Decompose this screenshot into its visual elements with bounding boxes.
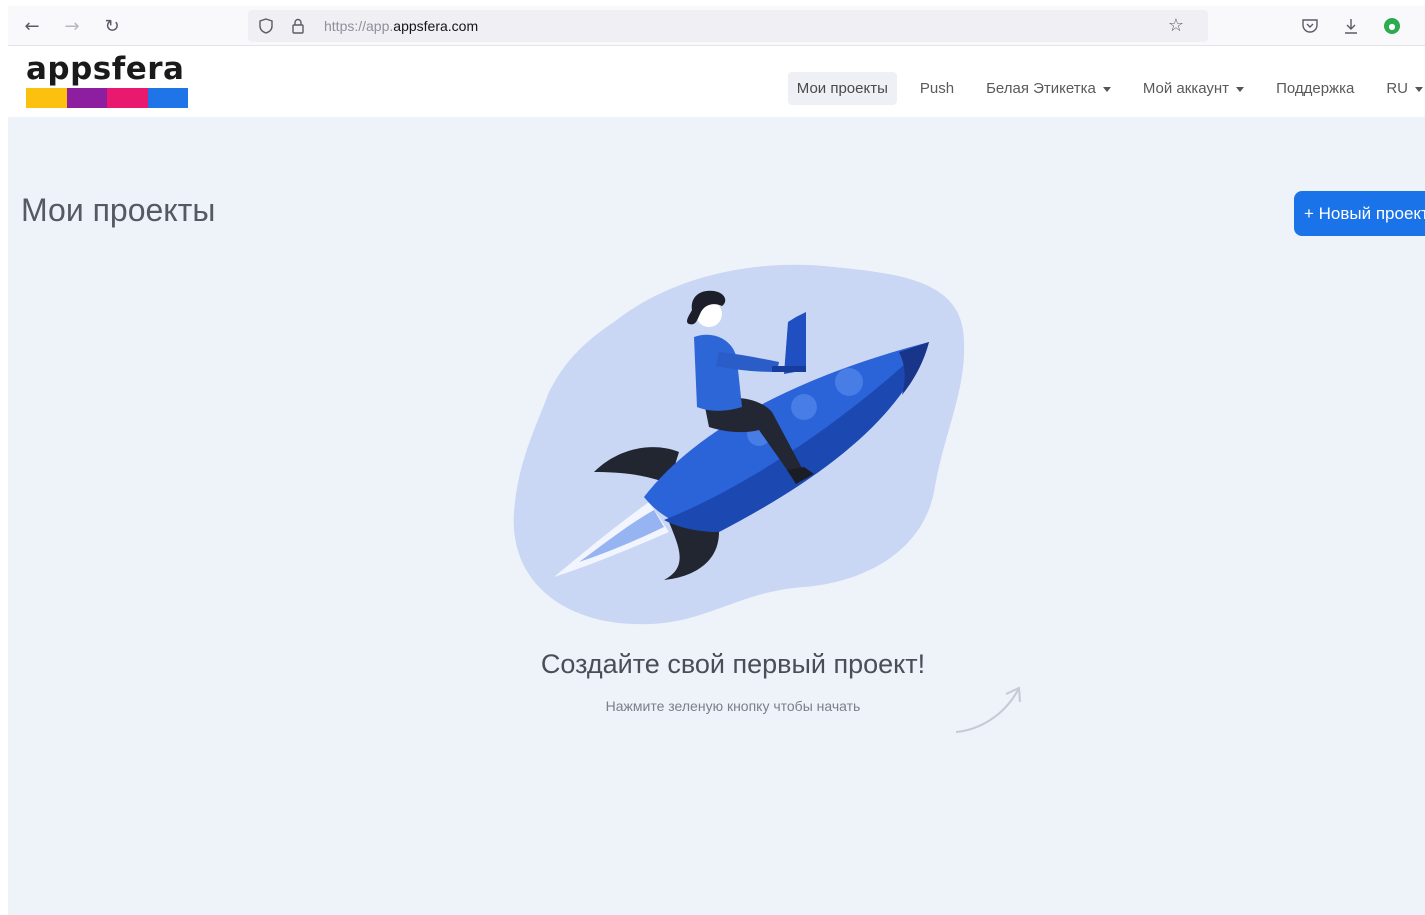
shield-icon[interactable] [256, 16, 276, 36]
empty-state-hint: Нажмите зеленую кнопку чтобы начать [605, 698, 861, 714]
nav-my-account[interactable]: Мой аккаунт [1134, 72, 1253, 105]
main-nav: Мои проекты Push Белая Этикетка Мой акка… [774, 72, 1425, 105]
nav-language[interactable]: RU [1377, 72, 1425, 105]
logo-stripe-purple [66, 88, 107, 108]
logo-stripe-yellow [26, 88, 67, 108]
rocket-window [835, 368, 863, 396]
main-content: Мои проекты + Новый проект Создайте свой… [8, 117, 1425, 915]
caret-down-icon [1236, 86, 1245, 92]
nav-language-text: RU [1386, 80, 1408, 97]
rocket-window [791, 394, 817, 420]
extension-icon: ● [1384, 18, 1400, 34]
logo-stripe-blue [147, 88, 188, 108]
arrow-right-icon: → [64, 15, 80, 37]
empty-state-title: Создайте свой первый проект! [540, 649, 926, 679]
nav-my-projects[interactable]: Мои проекты [787, 72, 897, 105]
page-title: Мои проекты [21, 192, 216, 228]
hint-arrow-icon [955, 686, 1021, 733]
downloads-button[interactable] [1339, 14, 1363, 38]
pocket-icon [1302, 19, 1318, 33]
address-bar[interactable]: https://app.appsfera.com ☆ [248, 10, 1208, 42]
nav-white-label[interactable]: Белая Этикетка [977, 72, 1120, 105]
site-header: appsfera Мои проекты Push Белая Этикетка… [8, 47, 1425, 117]
caret-down-icon [1415, 86, 1423, 92]
logo-stripe-pink [107, 88, 148, 108]
caret-down-icon [1102, 86, 1111, 92]
browser-toolbar: ← → ↻ https://app.appsfera.com ☆ ● [8, 6, 1425, 46]
nav-white-label-text: Белая Этикетка [986, 80, 1096, 97]
back-button[interactable]: ← [20, 14, 44, 38]
nav-support[interactable]: Поддержка [1267, 72, 1363, 105]
nav-my-account-text: Мой аккаунт [1142, 80, 1230, 97]
pocket-button[interactable] [1298, 14, 1322, 38]
laptop-base [772, 366, 806, 372]
bookmark-star-icon[interactable]: ☆ [1168, 15, 1184, 36]
arrow-left-icon: ← [24, 15, 40, 37]
reload-icon: ↻ [104, 15, 120, 37]
lock-icon[interactable] [288, 16, 308, 36]
reload-button[interactable]: ↻ [100, 14, 124, 38]
forward-button[interactable]: → [60, 14, 84, 38]
url-prefix: https://app. [324, 18, 394, 34]
logo[interactable]: appsfera [26, 52, 188, 108]
logo-stripe [26, 88, 188, 108]
url-text[interactable]: https://app.appsfera.com [324, 18, 478, 34]
rocket-illustration [513, 264, 965, 625]
url-domain: appsfera.com [393, 18, 479, 34]
new-project-button[interactable]: + Новый проект [1294, 191, 1425, 236]
nav-push[interactable]: Push [911, 72, 963, 105]
download-icon [1345, 19, 1357, 34]
logo-text: appsfera [26, 51, 185, 87]
extension-button[interactable]: ● [1380, 14, 1404, 38]
